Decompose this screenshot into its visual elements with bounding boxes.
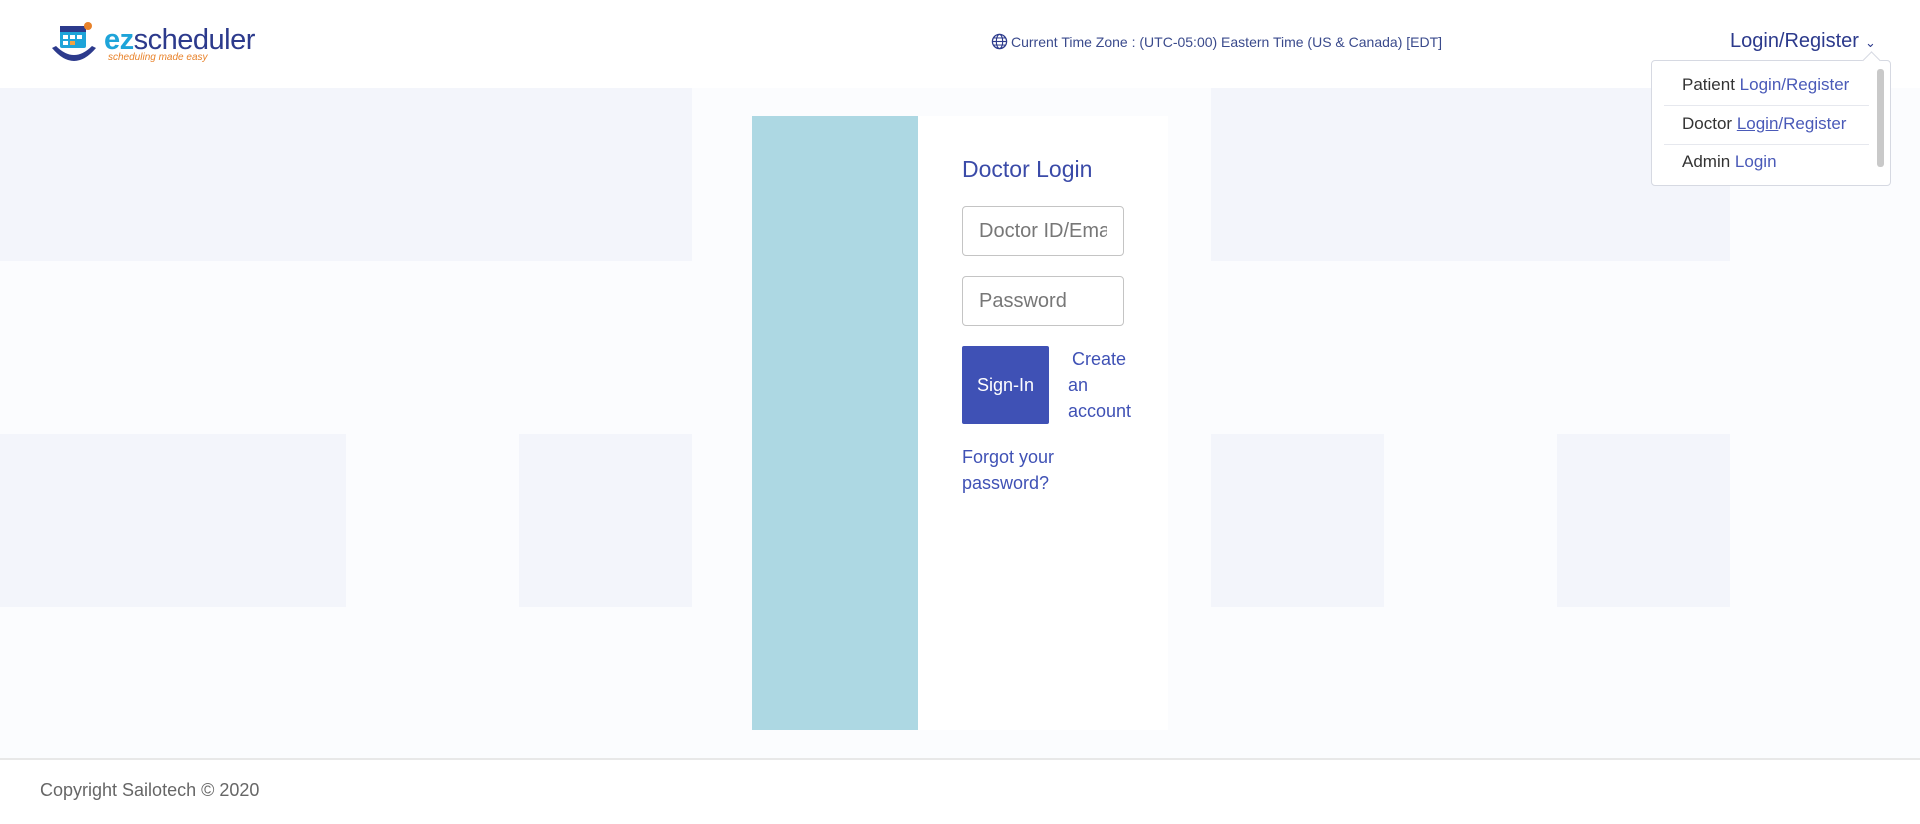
login-card: Doctor Login Sign-In Create an account F… [752, 116, 1168, 730]
forgot-password-link[interactable]: Forgot your password? [962, 444, 1082, 496]
patient-login-link[interactable]: Login [1740, 75, 1782, 94]
admin-login-link[interactable]: Login [1735, 152, 1777, 171]
dropdown-item-patient[interactable]: Patient Login/Register [1664, 66, 1864, 104]
patient-register-link[interactable]: Register [1786, 75, 1849, 94]
doctor-login-link[interactable]: Login [1737, 114, 1779, 133]
top-header: ezscheduler scheduling made easy Current… [0, 0, 1920, 88]
dropdown-scrollbar[interactable] [1877, 69, 1884, 167]
timezone-indicator: Current Time Zone : (UTC-05:00) Eastern … [991, 33, 1442, 50]
dropdown-item-admin[interactable]: Admin Login [1664, 143, 1864, 181]
globe-icon [991, 33, 1008, 50]
password-field[interactable] [962, 276, 1124, 326]
app-logo[interactable]: ezscheduler scheduling made easy [48, 18, 268, 68]
dropdown-item-label: Admin [1682, 152, 1731, 171]
logo-tagline: scheduling made easy [108, 52, 208, 63]
login-title: Doctor Login [962, 156, 1093, 182]
create-account-link[interactable]: Create an account [1068, 346, 1140, 424]
dropdown-item-label: Doctor [1682, 114, 1733, 133]
dropdown-item-label: Patient [1682, 75, 1735, 94]
page-footer: Copyright Sailotech © 2020 [0, 758, 1920, 824]
doctor-register-link[interactable]: Register [1783, 114, 1846, 133]
sign-in-button[interactable]: Sign-In [962, 346, 1049, 424]
copyright-text: Copyright Sailotech © 2020 [40, 780, 260, 800]
card-side-panel [752, 116, 918, 730]
login-register-menu[interactable]: Login/Register ⌄ [1730, 30, 1876, 53]
timezone-text: Current Time Zone : (UTC-05:00) Eastern … [1011, 33, 1443, 50]
login-register-label: Login/Register [1730, 30, 1859, 52]
calendar-logo-icon [52, 22, 96, 61]
chevron-down-icon: ⌄ [1864, 35, 1876, 50]
dropdown-item-doctor[interactable]: Doctor Login/Register [1664, 105, 1864, 143]
login-dropdown: Patient Login/Register Doctor Login/Regi… [1651, 51, 1891, 186]
doctor-id-email-field[interactable] [962, 206, 1124, 256]
